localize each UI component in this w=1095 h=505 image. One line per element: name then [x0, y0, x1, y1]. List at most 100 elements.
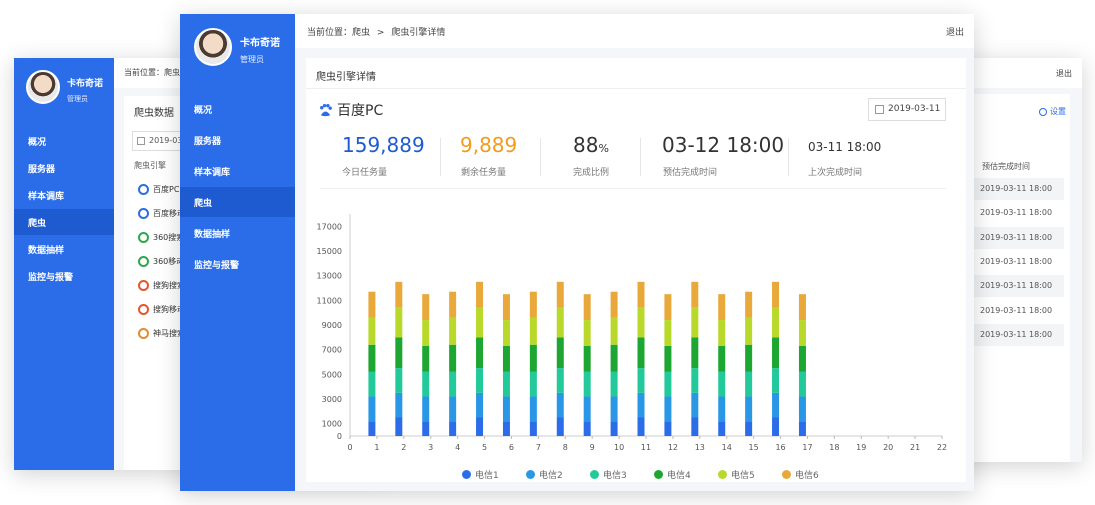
- bar-segment: [745, 317, 753, 345]
- 360-icon: [138, 232, 149, 243]
- bar-segment: [502, 320, 510, 346]
- legend-label: 电信6: [795, 471, 819, 481]
- settings-label: 设置: [1050, 107, 1066, 116]
- legend-item[interactable]: 电信6: [782, 468, 819, 481]
- stat-value: 03-12 18:00: [662, 133, 784, 157]
- engine-name: 百度PC: [337, 103, 384, 119]
- bar-segment: [610, 344, 618, 372]
- legend-item[interactable]: 电信3: [590, 468, 627, 481]
- engine-list-item[interactable]: 360搜索: [138, 232, 184, 243]
- bar-segment: [529, 421, 537, 436]
- bar-segment: [583, 294, 591, 321]
- logout-link[interactable]: 退出: [946, 25, 964, 38]
- stat-label: 完成比例: [573, 168, 610, 178]
- engine-list-item[interactable]: 百度PC: [138, 184, 179, 195]
- breadcrumb-current: 爬虫引擎详情: [391, 28, 446, 38]
- sidebar-item[interactable]: 样本调库: [180, 156, 295, 186]
- bar-segment: [772, 417, 780, 436]
- shenma-icon: [138, 328, 149, 339]
- bar-segment: [556, 417, 564, 436]
- bar-segment: [449, 317, 457, 345]
- sidebar-item[interactable]: 监控与报警: [180, 249, 295, 279]
- legend-label: 电信5: [731, 471, 755, 481]
- bar-segment: [798, 371, 806, 397]
- bar-segment: [718, 396, 726, 422]
- bar-segment: [745, 291, 753, 318]
- settings-button[interactable]: 设置: [1039, 106, 1066, 117]
- bar-segment: [556, 337, 564, 369]
- bar-segment: [422, 345, 430, 372]
- bar-segment: [556, 281, 564, 308]
- bar-segment: [745, 344, 753, 372]
- sidebar-item[interactable]: 服务器: [14, 155, 114, 181]
- bar-segment: [691, 368, 699, 393]
- y-tick-label: 7000: [322, 346, 342, 355]
- bar-segment: [529, 344, 537, 372]
- bar-segment: [583, 345, 591, 372]
- legend-item[interactable]: 电信4: [654, 468, 691, 481]
- sidebar-item[interactable]: 概况: [14, 128, 114, 154]
- x-tick-label: 0: [347, 443, 352, 452]
- date-picker[interactable]: 2019-03-11: [868, 98, 946, 121]
- engine-detail-card: 爬虫引擎详情 百度PC 2019-03-11 159,889 今日任务量 9,8…: [306, 58, 966, 482]
- engine-list-item[interactable]: 神马搜索: [138, 328, 185, 339]
- bar-segment: [691, 417, 699, 436]
- bar-segment: [449, 371, 457, 397]
- bar-segment: [368, 317, 376, 345]
- legend-item[interactable]: 电信1: [462, 468, 499, 481]
- bar-segment: [664, 294, 672, 321]
- sidebar-item[interactable]: 样本调库: [14, 182, 114, 208]
- engine-list-item[interactable]: 360移动: [138, 256, 184, 267]
- bar-segment: [395, 417, 403, 436]
- engine-list-item[interactable]: 百度移动: [138, 208, 185, 219]
- bar-segment: [583, 421, 591, 436]
- legend-label: 电信2: [539, 471, 563, 481]
- bar-segment: [798, 320, 806, 346]
- bar-segment: [610, 317, 618, 345]
- bar-segment: [583, 320, 591, 346]
- bar-segment: [637, 307, 645, 338]
- bar-segment: [718, 421, 726, 436]
- bar-segment: [691, 307, 699, 338]
- main-window: 卡布奇诺 管理员 概况 服务器 样本调库 爬虫 数据抽样 监控与报警 当前位置：爬虫 > …: [180, 14, 974, 491]
- bar-segment: [745, 396, 753, 422]
- bar-segment: [502, 294, 510, 321]
- y-tick-label: 9000: [322, 321, 342, 330]
- stat-value: 88%: [573, 133, 609, 157]
- bar-segment: [664, 421, 672, 436]
- sidebar-item[interactable]: 监控与报警: [14, 263, 114, 289]
- bar-segment: [718, 294, 726, 321]
- sidebar-item[interactable]: 数据抽样: [180, 218, 295, 248]
- legend-item[interactable]: 电信2: [526, 468, 563, 481]
- engine-list-item[interactable]: 搜狗移动: [138, 304, 185, 315]
- stat-value: 03-11 18:00: [808, 140, 881, 154]
- engine-name: 百度PC: [153, 185, 180, 194]
- bar-segment: [610, 291, 618, 318]
- column-header: 预估完成时间: [982, 162, 1030, 171]
- bar-segment: [556, 307, 564, 338]
- divider: [440, 138, 441, 176]
- legend-swatch: [590, 470, 599, 479]
- legend-item[interactable]: 电信5: [718, 468, 755, 481]
- sidebar-item[interactable]: 概况: [180, 94, 295, 124]
- sidebar-item[interactable]: 爬虫: [180, 187, 295, 217]
- bar-segment: [772, 281, 780, 308]
- sidebar-item[interactable]: 爬虫: [14, 209, 114, 235]
- bar-segment: [772, 392, 780, 418]
- bar-segment: [422, 320, 430, 346]
- legend-swatch: [654, 470, 663, 479]
- bar-segment: [422, 421, 430, 436]
- bar-segment: [664, 345, 672, 372]
- x-tick-label: 1: [374, 443, 379, 452]
- breadcrumb-parent[interactable]: 爬虫: [352, 28, 370, 38]
- engine-list-item[interactable]: 搜狗搜索: [138, 280, 185, 291]
- sidebar-item[interactable]: 数据抽样: [14, 236, 114, 262]
- logout-link[interactable]: 退出: [1056, 68, 1072, 79]
- y-tick-label: 17000: [317, 222, 342, 231]
- bar-segment: [529, 396, 537, 422]
- bar-segment: [476, 337, 484, 369]
- legend-swatch: [462, 470, 471, 479]
- sogou-icon: [138, 280, 149, 291]
- table-cell-time: 2019-03-11 18:00: [970, 178, 1064, 200]
- sidebar-item[interactable]: 服务器: [180, 125, 295, 155]
